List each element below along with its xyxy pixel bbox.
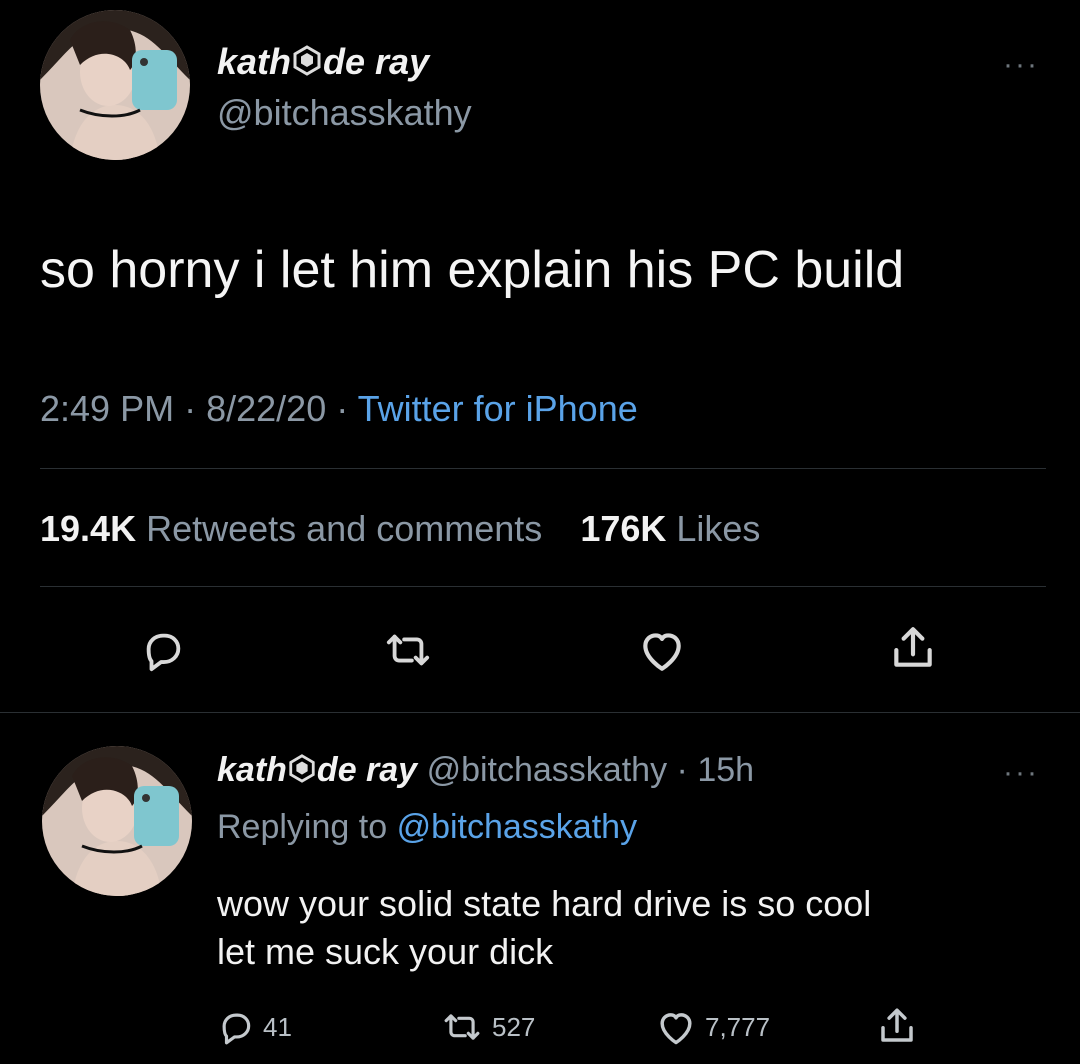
hexagon-badge-icon [291, 44, 323, 84]
reply-icon [146, 633, 181, 672]
likes-count: 176K [580, 508, 667, 549]
author-name[interactable]: kath de ray [217, 41, 429, 82]
tweet-stats: 19.4K Retweets and comments 176K Likes [40, 508, 760, 550]
more-options-icon[interactable]: ··· [1003, 50, 1039, 80]
tweet-source-link[interactable]: Twitter for iPhone [358, 388, 638, 429]
replying-to-handle[interactable]: @bitchasskathy [397, 808, 638, 846]
meta-separator: · [184, 388, 197, 429]
likes-stat[interactable]: 176K Likes [580, 508, 760, 549]
share-icon [894, 627, 932, 667]
meta-separator: · [336, 388, 349, 429]
retweet-icon [444, 1014, 480, 1040]
divider [40, 586, 1046, 587]
likes-label: Likes [676, 508, 761, 549]
retweet-icon [386, 634, 430, 666]
reply-header: kath de ray @bitchasskathy · 15h [217, 750, 754, 792]
tweet-time: 2:49 PM [40, 388, 175, 429]
reply-text: wow your solid state hard drive is so co… [217, 880, 871, 976]
retweets-count: 19.4K [40, 508, 137, 549]
reply-author-name[interactable]: kath de ray [217, 751, 417, 789]
heart-icon [660, 1013, 692, 1045]
reply-reply-button[interactable]: 41 [217, 1008, 292, 1046]
reply-author-handle[interactable]: @bitchasskathy [427, 751, 668, 789]
replying-to: Replying to @bitchasskathy [217, 808, 637, 847]
meta-separator: · [676, 751, 688, 789]
share-button[interactable] [888, 622, 938, 674]
tweet-meta: 2:49 PM · 8/22/20 · Twitter for iPhone [40, 388, 638, 430]
reply-avatar[interactable] [42, 746, 192, 896]
share-icon [881, 1008, 913, 1042]
avatar[interactable] [40, 10, 190, 160]
reply-share-button[interactable] [876, 1004, 918, 1048]
divider [0, 712, 1080, 713]
reply-like-button[interactable]: 7,777 [655, 1008, 770, 1046]
author-handle[interactable]: @bitchasskathy [217, 92, 472, 134]
tweet-text: so horny i let him explain his PC build [40, 241, 905, 299]
author-name-row[interactable]: kath de ray [217, 42, 429, 84]
divider [40, 468, 1046, 469]
retweet-button[interactable] [382, 627, 434, 673]
replying-to-label: Replying to [217, 808, 388, 846]
like-button[interactable] [637, 627, 687, 673]
reply-icon [222, 1013, 251, 1045]
reply-count: 41 [263, 1011, 292, 1042]
heart-icon [643, 633, 681, 671]
reply-text-line: wow your solid state hard drive is so co… [217, 883, 872, 924]
retweets-label: Retweets and comments [146, 508, 543, 549]
hexagon-badge-icon [287, 752, 317, 792]
tweet-date: 8/22/20 [206, 388, 327, 429]
retweet-count: 527 [492, 1011, 536, 1042]
retweets-stat[interactable]: 19.4K Retweets and comments [40, 508, 552, 549]
reply-button[interactable] [140, 627, 186, 673]
reply-more-options-icon[interactable]: ··· [1003, 758, 1039, 788]
reply-timestamp[interactable]: 15h [697, 751, 754, 789]
reply-text-line: let me suck your dick [217, 931, 554, 972]
reply-retweet-button[interactable]: 527 [440, 1008, 535, 1046]
like-count: 7,777 [705, 1011, 771, 1042]
